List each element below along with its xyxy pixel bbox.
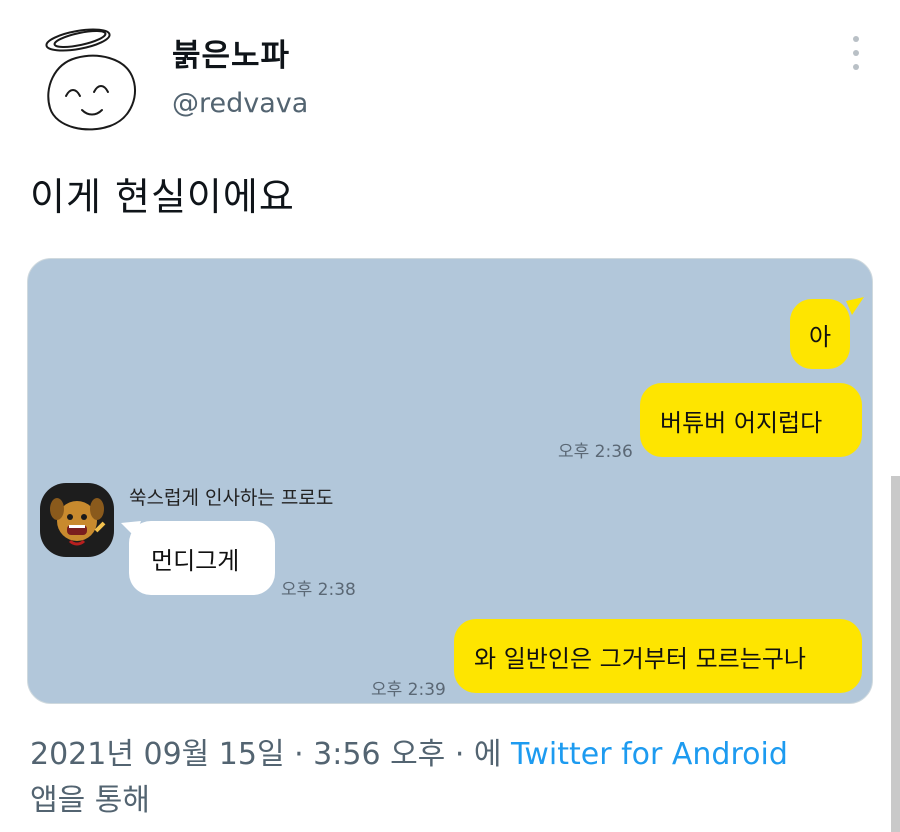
smiley-halo-icon xyxy=(45,28,136,131)
message-time: 오후 2:36 xyxy=(558,442,633,462)
message-time: 오후 2:38 xyxy=(281,580,356,600)
timestamp-suffix: 앱을 통해 xyxy=(30,783,150,818)
user-avatar[interactable] xyxy=(36,24,146,136)
tweet-media-image[interactable]: 아 버튜버 어지럽다 오후 2:36 쑥스럽게 인사하는 프로도 먼디그게 오후… xyxy=(27,258,873,704)
tweet-text: 이게 현실이에요 xyxy=(30,175,295,219)
source-link[interactable]: Twitter for Android xyxy=(511,737,788,772)
user-handle[interactable]: @redvava xyxy=(172,88,308,119)
chat-message-text: 와 일반인은 그거부터 모르는구나 xyxy=(474,644,807,673)
more-dot xyxy=(853,36,859,42)
character-icon xyxy=(50,498,106,546)
chat-message-text: 먼디그게 xyxy=(151,546,240,575)
more-dot xyxy=(853,50,859,56)
chat-message-text: 버튜버 어지럽다 xyxy=(660,408,823,437)
scrollbar[interactable] xyxy=(891,476,900,832)
chat-bubble-incoming: 먼디그게 xyxy=(129,521,275,595)
more-dot xyxy=(853,64,859,70)
bubble-tail xyxy=(846,297,864,315)
more-options-icon[interactable] xyxy=(846,36,866,70)
chat-bubble-outgoing: 버튜버 어지럽다 xyxy=(640,383,862,457)
tweet-timestamp: 2021년 09월 15일 · 3:56 오후 · 에 Twitter for … xyxy=(30,732,870,824)
display-name[interactable]: 붉은노파 xyxy=(172,30,290,75)
message-time: 오후 2:39 xyxy=(371,680,446,700)
sender-name: 쑥스럽게 인사하는 프로도 xyxy=(129,487,334,509)
sender-avatar xyxy=(40,483,114,557)
chat-message-text: 아 xyxy=(808,322,832,351)
timestamp-text: 2021년 09월 15일 · 3:56 오후 · 에 xyxy=(30,737,512,772)
chat-bubble-outgoing: 와 일반인은 그거부터 모르는구나 xyxy=(454,619,862,693)
chat-bubble-outgoing: 아 xyxy=(790,299,850,369)
bubble-tail xyxy=(121,521,141,537)
